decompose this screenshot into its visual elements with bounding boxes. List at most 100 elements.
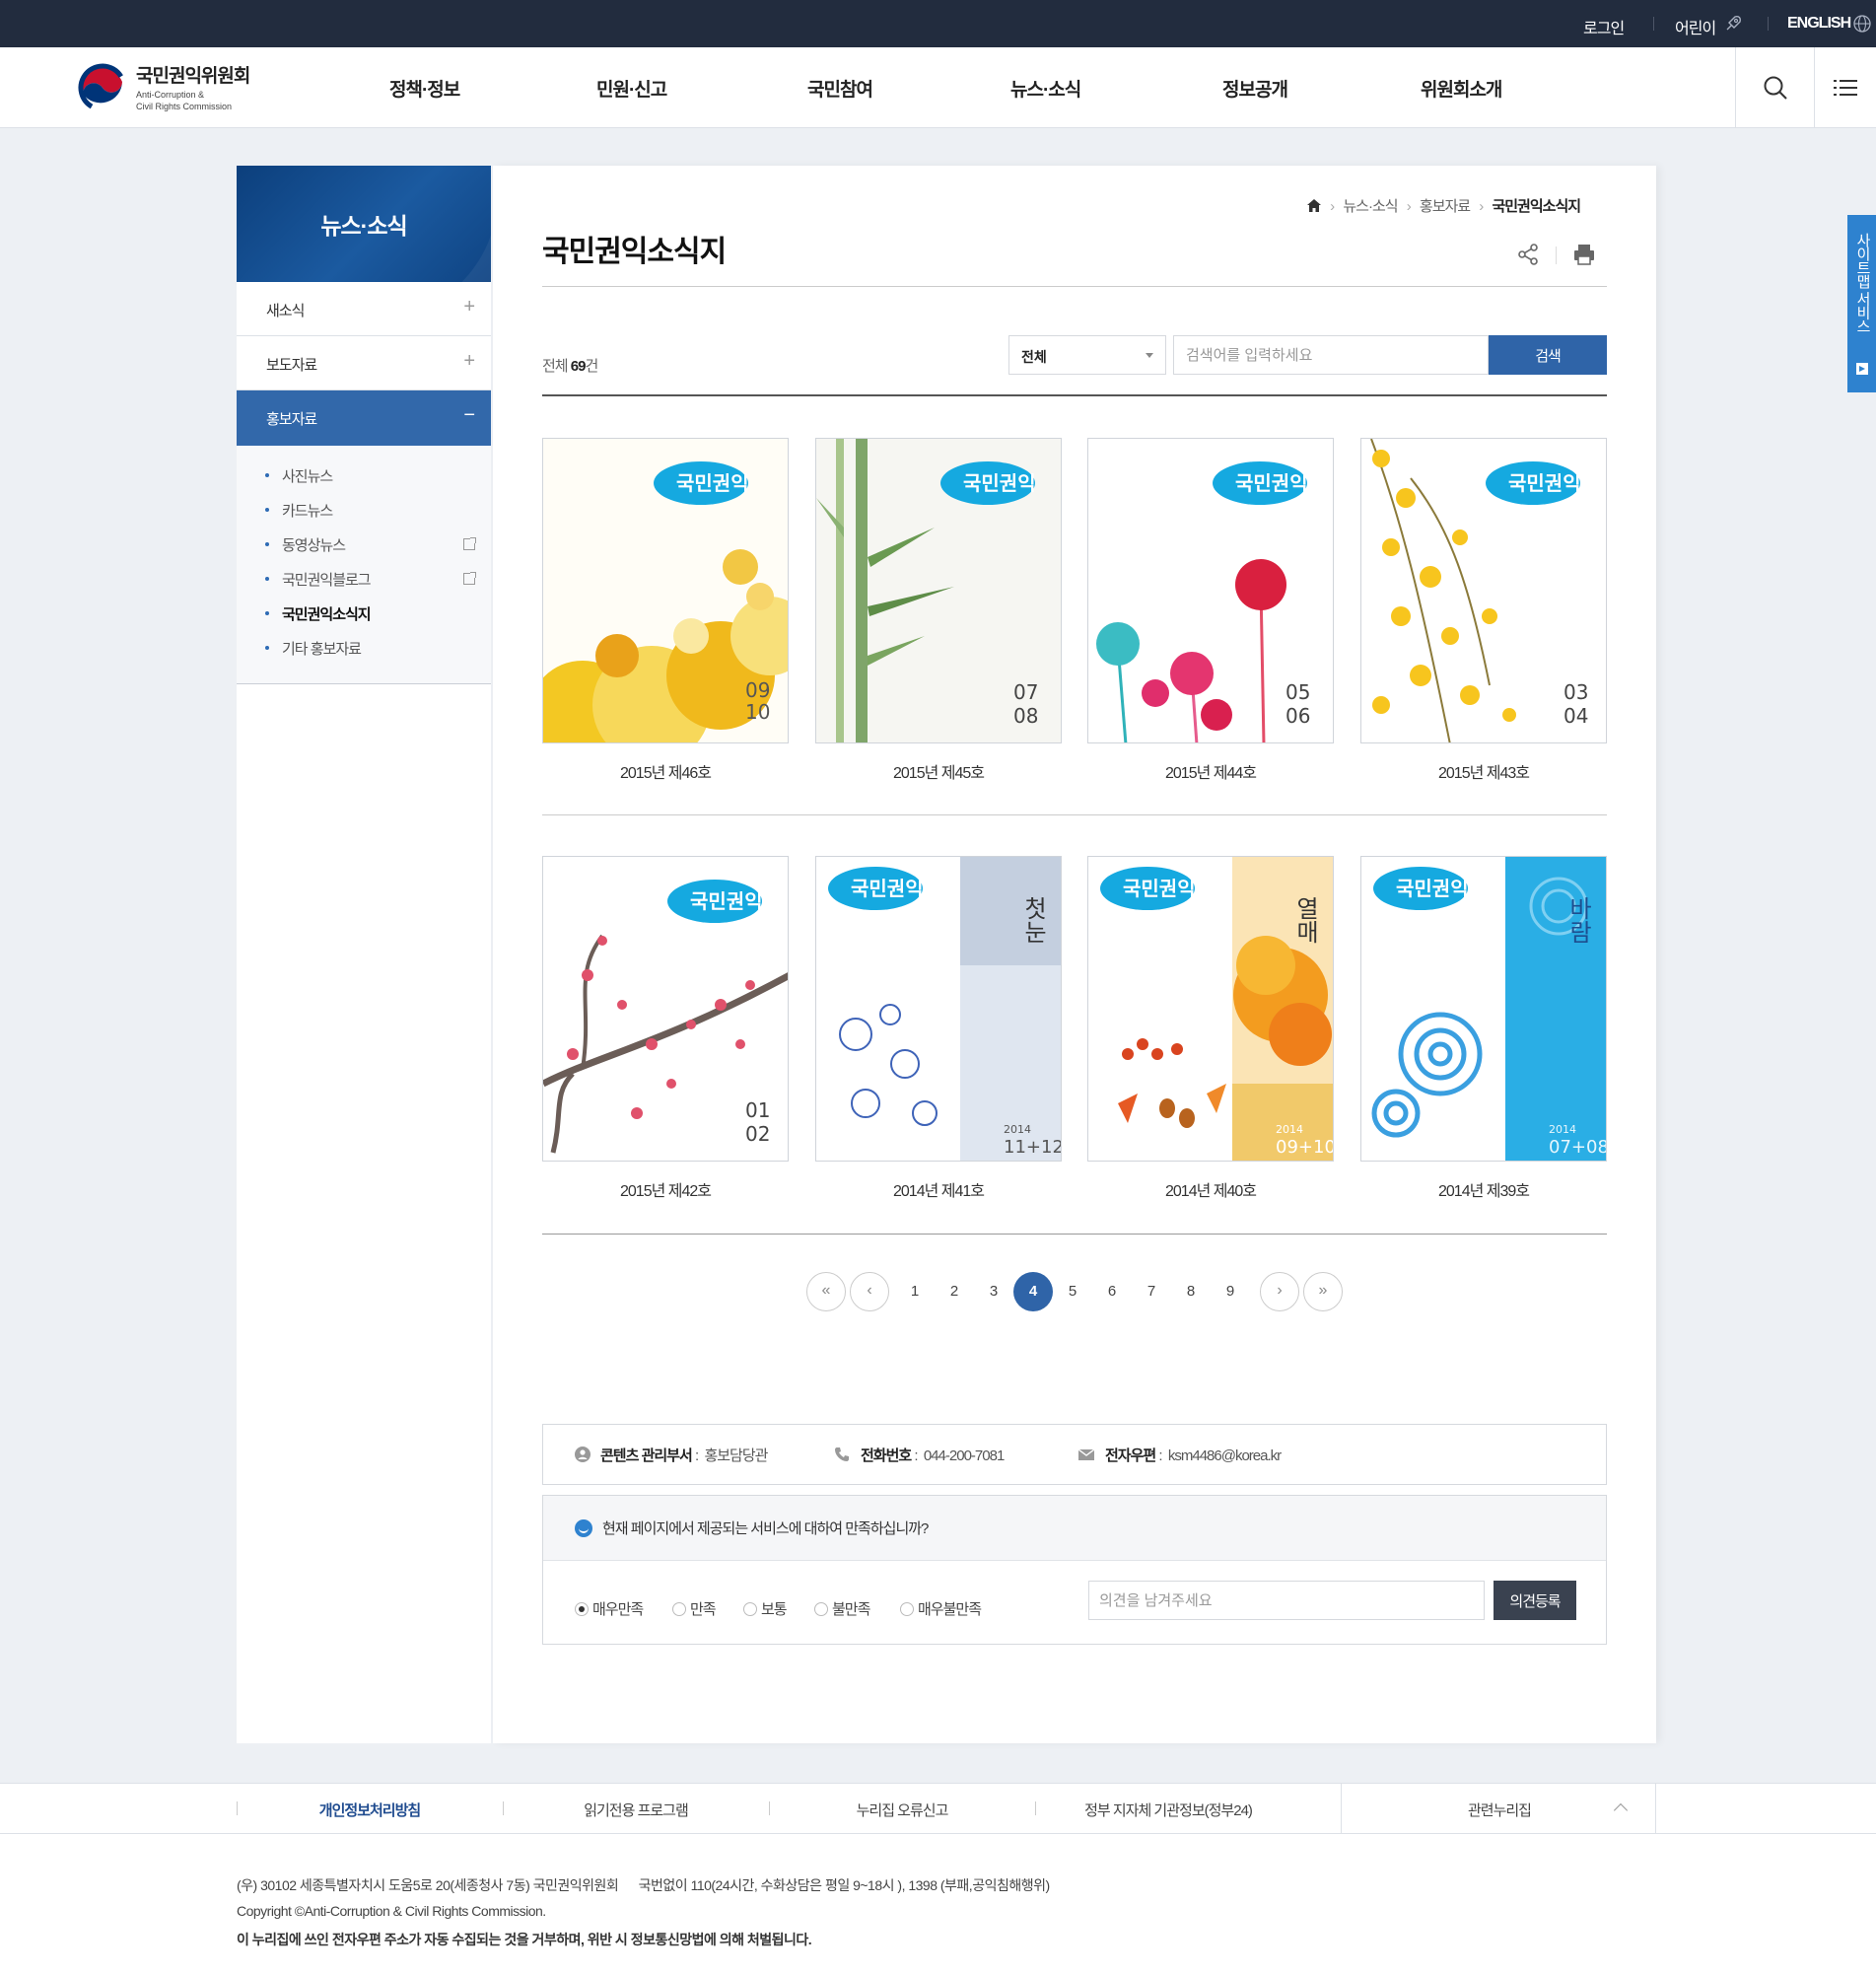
last-page-button[interactable]: » (1303, 1272, 1343, 1311)
chevron-down-icon (1146, 353, 1153, 358)
cover-image[interactable]: 국민권익 05 06 (1087, 438, 1334, 743)
cover-image[interactable]: 국민권익 01 02 (542, 856, 789, 1162)
cover-image[interactable]: 국민권익 첫눈 2014 11+12 (815, 856, 1062, 1162)
lnb-menu-press[interactable]: 보도자료 + (237, 336, 491, 390)
card-title[interactable]: 2015년 제42호 (542, 1177, 789, 1201)
email-value: ksm4486@korea.kr (1167, 1447, 1282, 1464)
radio-icon (900, 1602, 914, 1616)
nav-participation[interactable]: 국민참여 (807, 75, 873, 102)
card-title[interactable]: 2014년 제39호 (1360, 1177, 1607, 1201)
reader-program-link[interactable]: 읽기전용 프로그램 (503, 1800, 769, 1820)
survey-question: 현재 페이지에서 제공되는 서비스에 대하여 만족하십니까? (602, 1520, 929, 1537)
card-title[interactable]: 2015년 제46호 (542, 759, 789, 783)
phone-info: 전화번호 : 044-200-7081 (861, 1447, 1005, 1464)
lnb-subitem-blog[interactable]: 국민권익블로그 (265, 569, 372, 590)
prev-page-button[interactable]: ‹ (850, 1272, 889, 1311)
related-sites-toggle[interactable]: 관련누리집 (1341, 1784, 1656, 1834)
error-report-link[interactable]: 누리집 오류신고 (769, 1800, 1035, 1820)
lnb-title: 뉴스·소식 (320, 213, 407, 239)
search-submit-button[interactable]: 검색 (1489, 335, 1607, 375)
nav-disclosure[interactable]: 정보공개 (1222, 75, 1288, 102)
breadcrumb-item[interactable]: 홍보자료 (1420, 198, 1471, 215)
page-2[interactable]: 2 (935, 1272, 974, 1311)
first-page-button[interactable]: « (806, 1272, 846, 1311)
page-4-current[interactable]: 4 (1013, 1272, 1053, 1311)
cover-image[interactable]: 국민권익 07 08 (815, 438, 1062, 743)
search-button[interactable] (1735, 47, 1814, 127)
breadcrumb: › 뉴스·소식 › 홍보자료 › 국민권익소식지 (1307, 195, 1586, 216)
lnb-subitem-video[interactable]: 동영상뉴스 (264, 534, 346, 555)
lnb-subitem-label: 동영상뉴스 (282, 537, 346, 554)
lnb-subitem-photo[interactable]: 사진뉴스 (264, 465, 333, 486)
home-icon[interactable] (1307, 199, 1321, 212)
nav-about[interactable]: 위원회소개 (1421, 75, 1502, 102)
logo-subtitle-line: Anti-Corruption & (136, 90, 205, 100)
nav-complaint[interactable]: 민원·신고 (596, 75, 667, 102)
card-title[interactable]: 2015년 제43호 (1360, 759, 1607, 783)
lnb-subitem-label: 사진뉴스 (282, 468, 333, 485)
search-category-select[interactable]: 전체 (1008, 335, 1166, 375)
nav-policy[interactable]: 정책·정보 (389, 75, 460, 102)
lnb-menu-promo[interactable]: 홍보자료 − (237, 390, 491, 446)
email-label: 전자우편 (1105, 1447, 1156, 1464)
list-bottom-border (542, 1234, 1607, 1235)
radio-very-satisfied[interactable]: 매우만족 (575, 1598, 644, 1619)
nav-news[interactable]: 뉴스·소식 (1010, 75, 1081, 102)
cover-image[interactable]: 국민권익 09 10 (542, 438, 789, 743)
radio-very-dissatisfied[interactable]: 매우불만족 (900, 1598, 982, 1619)
radio-label: 보통 (761, 1601, 788, 1618)
share-icon[interactable] (1516, 243, 1540, 266)
next-page-button[interactable]: › (1260, 1272, 1299, 1311)
page-6[interactable]: 6 (1092, 1272, 1132, 1311)
phone-label: 전화번호 (861, 1447, 912, 1464)
cover-image[interactable]: 국민권익 열매 2014 09+10 (1087, 856, 1334, 1162)
lnb-subitem-other[interactable]: 기타 홍보자료 (265, 638, 362, 659)
rocket-icon[interactable] (1723, 14, 1743, 34)
card-title[interactable]: 2014년 제40호 (1087, 1177, 1334, 1201)
english-link[interactable]: ENGLISH (1787, 15, 1851, 33)
sitemap-side-tab[interactable]: 사이트맵 서비스 (1847, 215, 1876, 392)
page-7[interactable]: 7 (1132, 1272, 1171, 1311)
cover-image[interactable]: 국민권익 03 04 (1360, 438, 1607, 743)
breadcrumb-item[interactable]: 뉴스·소식 (1343, 198, 1398, 215)
privacy-policy-link[interactable]: 개인정보처리방침 (237, 1800, 503, 1820)
email-info: 전자우편 : ksm4486@korea.kr (1105, 1447, 1282, 1464)
login-link[interactable]: 로그인 (1583, 15, 1625, 38)
radio-label: 만족 (690, 1601, 717, 1618)
page-1[interactable]: 1 (895, 1272, 935, 1311)
plum-cover-illustration: 국민권익 01 02 (543, 880, 788, 1154)
radio-checked-icon (575, 1602, 589, 1616)
globe-icon[interactable] (1852, 14, 1872, 34)
search-input[interactable] (1173, 335, 1489, 375)
page-8[interactable]: 8 (1171, 1272, 1211, 1311)
utility-bar: 로그인 어린이 ENGLISH (0, 0, 1876, 47)
opinion-submit-button[interactable]: 의견등록 (1494, 1581, 1576, 1620)
cover-issue-bottom: 06 (1285, 704, 1310, 728)
kids-link[interactable]: 어린이 (1675, 15, 1716, 38)
radio-dissatisfied[interactable]: 불만족 (814, 1598, 870, 1619)
print-icon[interactable] (1572, 243, 1596, 266)
radio-neutral[interactable]: 보통 (743, 1598, 788, 1619)
logo-subtitle: Anti-Corruption & Civil Rights Commissio… (136, 89, 232, 112)
page-3[interactable]: 3 (974, 1272, 1013, 1311)
ginkgo-cover-illustration: 국민권익 09 10 (543, 461, 788, 742)
page-5[interactable]: 5 (1053, 1272, 1092, 1311)
site-logo[interactable]: 국민권익위원회 Anti-Corruption & Civil Rights C… (77, 59, 274, 116)
cover-issue-top: 2014 (1549, 1123, 1576, 1136)
lnb-subitem-newsletter[interactable]: 국민권익소식지 (265, 603, 372, 624)
opinion-input[interactable] (1088, 1581, 1485, 1620)
lnb-subitem-card[interactable]: 카드뉴스 (264, 500, 333, 521)
gov24-link[interactable]: 정부 지자체 기관정보(정부24) (1035, 1800, 1301, 1820)
lnb-menu-news[interactable]: 새소식 + (237, 282, 491, 336)
page-9[interactable]: 9 (1211, 1272, 1250, 1311)
card-title[interactable]: 2015년 제44호 (1087, 759, 1334, 783)
logo-subtitle-line: Civil Rights Commission (136, 102, 233, 111)
card-title[interactable]: 2014년 제41호 (815, 1177, 1062, 1201)
lnb-subitem-label: 카드뉴스 (282, 503, 333, 520)
cover-side-text: 첫눈 (1019, 896, 1047, 944)
cover-image[interactable]: 국민권익 바람 2014 07+08 (1360, 856, 1607, 1162)
menu-button[interactable] (1814, 47, 1876, 127)
card-title[interactable]: 2015년 제45호 (815, 759, 1062, 783)
radio-satisfied[interactable]: 만족 (672, 1598, 717, 1619)
cover-logo-text: 국민권익 (676, 471, 749, 495)
